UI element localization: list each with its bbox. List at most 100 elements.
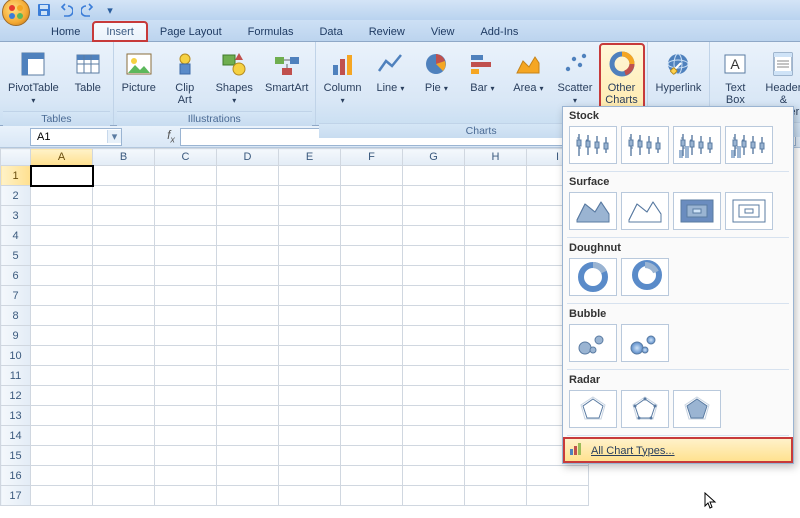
cell[interactable] [155,366,217,386]
cell[interactable] [217,486,279,506]
all-chart-types-button[interactable]: All Chart Types... [563,437,793,463]
col-header-G[interactable]: G [403,149,465,166]
cell[interactable] [155,446,217,466]
cell[interactable] [403,486,465,506]
cell[interactable] [341,306,403,326]
cell[interactable] [465,486,527,506]
cell[interactable] [155,406,217,426]
chart-thumb-stock-ohlc[interactable] [621,126,669,164]
cell[interactable] [31,186,93,206]
cell[interactable] [279,286,341,306]
cell[interactable] [403,406,465,426]
save-icon[interactable] [36,2,52,18]
cell[interactable] [403,186,465,206]
cell[interactable] [403,386,465,406]
cell[interactable] [465,346,527,366]
cell[interactable] [341,166,403,186]
line-button[interactable]: Line ▾ [368,44,412,99]
cell[interactable] [279,426,341,446]
cell[interactable] [279,186,341,206]
undo-icon[interactable] [58,2,74,18]
cell[interactable] [31,246,93,266]
cell[interactable] [465,286,527,306]
cell[interactable] [217,386,279,406]
cell[interactable] [403,426,465,446]
cell[interactable] [341,366,403,386]
cell[interactable] [279,446,341,466]
chart-thumb-surface-contour[interactable] [673,192,721,230]
cell[interactable] [403,346,465,366]
cell[interactable] [217,206,279,226]
cell[interactable] [279,366,341,386]
cell[interactable] [403,246,465,266]
row-header-10[interactable]: 10 [1,346,31,366]
cell[interactable] [403,366,465,386]
cell[interactable] [217,266,279,286]
cell[interactable] [527,466,589,486]
cell[interactable] [279,226,341,246]
table-button[interactable]: Table [66,44,110,98]
cell[interactable] [403,326,465,346]
chart-thumb-radar[interactable] [569,390,617,428]
cell[interactable] [155,466,217,486]
cell[interactable] [31,306,93,326]
row-header-15[interactable]: 15 [1,446,31,466]
cell[interactable] [93,326,155,346]
cell[interactable] [403,226,465,246]
cell[interactable] [155,426,217,446]
pie-button[interactable]: Pie ▾ [414,44,458,99]
cell[interactable] [93,186,155,206]
clip-art-button[interactable]: ClipArt [163,44,207,110]
cell[interactable] [341,486,403,506]
row-header-14[interactable]: 14 [1,426,31,446]
cell[interactable] [155,266,217,286]
cell[interactable] [217,326,279,346]
tab-add-ins[interactable]: Add-Ins [467,22,531,41]
select-all-corner[interactable] [1,149,31,166]
bar-button[interactable]: Bar ▾ [460,44,504,99]
cell[interactable] [93,386,155,406]
cell[interactable] [465,266,527,286]
cell[interactable] [279,346,341,366]
cell[interactable] [341,446,403,466]
cell[interactable] [465,306,527,326]
chart-thumb-surface-wirecontour[interactable] [725,192,773,230]
row-header-7[interactable]: 7 [1,286,31,306]
chart-thumb-stock-vohlc[interactable] [725,126,773,164]
cell[interactable] [93,346,155,366]
cell[interactable] [341,466,403,486]
cell[interactable] [341,226,403,246]
qat-customize-icon[interactable]: ▾ [102,2,118,18]
cell[interactable] [341,286,403,306]
cell[interactable] [155,306,217,326]
cell[interactable] [279,486,341,506]
cell[interactable] [341,186,403,206]
column-button[interactable]: Column ▾ [319,44,367,111]
cell[interactable] [279,406,341,426]
cell[interactable] [465,246,527,266]
chart-thumb-bubble-3d[interactable] [621,324,669,362]
cell[interactable] [217,446,279,466]
col-header-B[interactable]: B [93,149,155,166]
cell[interactable] [279,246,341,266]
cell[interactable] [465,426,527,446]
cell[interactable] [155,346,217,366]
redo-icon[interactable] [80,2,96,18]
cell[interactable] [31,446,93,466]
cell[interactable] [155,486,217,506]
cell[interactable] [465,406,527,426]
cell[interactable] [93,466,155,486]
cell[interactable] [31,206,93,226]
cell[interactable] [31,366,93,386]
tab-formulas[interactable]: Formulas [235,22,307,41]
name-box-dropdown-icon[interactable]: ▾ [107,130,121,143]
cell[interactable] [31,286,93,306]
row-header-17[interactable]: 17 [1,486,31,506]
cell[interactable] [217,186,279,206]
tab-insert[interactable]: Insert [93,22,147,41]
cell[interactable] [403,286,465,306]
cell[interactable] [217,226,279,246]
cell[interactable] [217,406,279,426]
cell[interactable] [403,166,465,186]
pivottable-button[interactable]: PivotTable ▾ [3,44,64,111]
